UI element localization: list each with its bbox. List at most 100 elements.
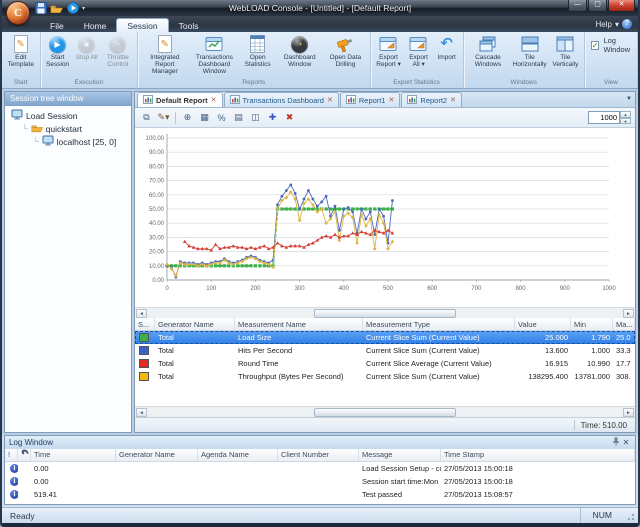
log-column-client-number[interactable]: Client Number	[278, 449, 359, 461]
column-header-ma-[interactable]: Ma...	[613, 318, 635, 331]
add-measurement-icon[interactable]: ✚	[265, 110, 280, 125]
series-color-swatch	[139, 372, 149, 381]
ribbon-tab-session[interactable]: Session	[116, 18, 169, 32]
edit-annotation-icon[interactable]: ✎▾	[156, 110, 171, 125]
dashboard-window-button[interactable]: ◔ Dashboard Window	[276, 33, 323, 69]
close-button[interactable]: ✕	[608, 0, 635, 12]
log-column-time[interactable]: Time	[31, 449, 116, 461]
column-header-alert[interactable]: !	[5, 449, 18, 461]
column-header-generator-name[interactable]: Generator Name	[155, 318, 235, 331]
close-tab-icon[interactable]: ✕	[211, 96, 217, 104]
tile-horizontally-button[interactable]: Tile Horizontally	[510, 33, 549, 69]
axis-values-icon[interactable]: %	[214, 110, 229, 125]
report-tab-icon	[143, 94, 153, 106]
doc-tab-default-report[interactable]: Default Report ✕	[137, 92, 223, 107]
doc-tab-report2[interactable]: Report2 ✕	[401, 92, 462, 107]
spinner-down-icon[interactable]: ▼	[620, 117, 631, 124]
transactions-dashboard-window-button[interactable]: Transactions Dashboard Window	[190, 33, 240, 76]
copy-report-icon[interactable]: ⧉	[139, 110, 154, 125]
start-session-button[interactable]: ▶ Start Session	[43, 33, 73, 69]
zoom-selection-icon[interactable]: ⊕	[180, 110, 195, 125]
close-log-icon[interactable]: ✕	[621, 438, 631, 447]
measurement-row-throughput-bytes-per-second-[interactable]: Total Throughput (Bytes Per Second) Curren…	[135, 370, 635, 383]
tree-item-quickstart[interactable]: └ quickstart	[7, 122, 129, 135]
tree-item-localhost-25-0-[interactable]: └ localhost [25, 0]	[7, 135, 129, 148]
print-preview-icon[interactable]: ◫	[248, 110, 263, 125]
scrollbar-thumb[interactable]	[313, 308, 457, 318]
measurement-row-hits-per-second[interactable]: Total Hits Per Second Current Slice Sum (C…	[135, 344, 635, 357]
scroll-right-icon[interactable]: ►	[623, 407, 634, 417]
qat-save-icon[interactable]	[34, 2, 47, 14]
log-column-generator-name[interactable]: Generator Name	[116, 449, 198, 461]
scroll-left-icon[interactable]: ◄	[136, 407, 147, 417]
qat-run-icon[interactable]	[66, 2, 79, 14]
svg-text:100.00: 100.00	[146, 136, 165, 142]
close-tab-icon[interactable]: ✕	[389, 96, 395, 104]
column-header-measurement-name[interactable]: Measurement Name	[235, 318, 363, 331]
scrollbar-thumb[interactable]	[313, 407, 457, 417]
ribbon-tab-tools[interactable]: Tools	[169, 19, 209, 32]
scale-input[interactable]	[588, 111, 620, 124]
measurement-row-round-time[interactable]: Total Round Time Current Slice Average (Cu…	[135, 357, 635, 370]
export-report-button[interactable]: Export Report ▾	[373, 33, 405, 69]
cell-value: 16.915	[545, 359, 568, 368]
pin-icon[interactable]	[611, 437, 621, 448]
open-data-drilling-button[interactable]: Open Data Drilling	[323, 33, 367, 69]
log-row[interactable]: i 0.00 Load Session Setup - comple...27/05…	[5, 462, 635, 475]
measurements-table: S... Generator Name Measurement Name Measur…	[135, 318, 635, 396]
log-row[interactable]: i 519.41 Test passed 27/05/2013 15:08:57	[5, 488, 635, 501]
log-column-time-stamp[interactable]: Time Stamp	[441, 449, 635, 461]
help-menu[interactable]: Help ▾ ?	[596, 19, 632, 29]
open-statistics-button[interactable]: Open Statistics	[239, 33, 276, 69]
scroll-left-icon[interactable]: ◄	[136, 308, 147, 318]
doc-tab-label: Default Report	[156, 95, 208, 105]
qat-menu-icon[interactable]: ▾	[82, 5, 85, 12]
integrated-report-manager-button[interactable]: ✎ Integrated Report Manager	[140, 33, 190, 76]
num-lock-indicator: NUM	[579, 508, 624, 523]
handset-icon[interactable]	[18, 449, 31, 461]
cell-max: 25.0	[616, 333, 631, 342]
ribbon-tab-file[interactable]: File	[40, 19, 74, 32]
import-button[interactable]: ↶ Import	[433, 33, 461, 62]
log-column-agenda-name[interactable]: Agenda Name	[198, 449, 278, 461]
svg-text:30.00: 30.00	[149, 235, 165, 241]
log-row[interactable]: i 0.00 Session start time:Mon May ...27/05…	[5, 475, 635, 488]
tile-vertically-button[interactable]: Tile Vertically	[549, 33, 582, 69]
chart-horizontal-scrollbar[interactable]: ◄ ►	[135, 307, 635, 318]
remove-measurement-icon[interactable]: ✖	[282, 110, 297, 125]
minimize-button[interactable]: —	[568, 0, 587, 12]
close-tab-icon[interactable]: ✕	[327, 96, 333, 104]
close-tab-icon[interactable]: ✕	[450, 96, 456, 104]
column-header-measurement-type[interactable]: Measurement Type	[363, 318, 515, 331]
qat-open-icon[interactable]	[50, 2, 63, 14]
column-header-s-[interactable]: S...	[135, 318, 155, 331]
resize-grip[interactable]	[624, 509, 636, 522]
doc-tab-transactions-dashboard[interactable]: Transactions Dashboard ✕	[223, 92, 339, 107]
throttle-control-icon: ◔	[107, 34, 128, 54]
doc-tab-report1[interactable]: Report1 ✕	[339, 92, 401, 107]
checkbox-icon[interactable]: ✓	[590, 40, 600, 50]
app-logo-icon[interactable]: C	[6, 1, 30, 25]
report-status-bar: Time: 510.00	[135, 417, 635, 432]
doc-tab-label: Report2	[420, 95, 448, 105]
tab-list-menu-icon[interactable]: ▼	[626, 96, 632, 102]
export-all-button[interactable]: Export All ▾	[405, 33, 433, 69]
scroll-right-icon[interactable]: ►	[623, 308, 634, 318]
cascade-windows-button[interactable]: Cascade Windows	[466, 33, 511, 69]
column-header-min[interactable]: Min	[571, 318, 613, 331]
log-window-checkbox[interactable]: ✓ Log Window	[590, 36, 631, 54]
log-column-message[interactable]: Message	[359, 449, 441, 461]
cell-type: Current Slice Sum (Current Value)	[366, 333, 480, 342]
ribbon-tab-home[interactable]: Home	[74, 19, 117, 32]
ribbon-group-label: View	[603, 79, 618, 86]
column-header-value[interactable]: Value	[515, 318, 571, 331]
open-data-drilling-icon	[335, 34, 356, 54]
table-horizontal-scrollbar[interactable]: ◄ ►	[135, 406, 635, 417]
measurement-row-load-size[interactable]: Total Load Size Current Slice Sum (Current…	[135, 331, 635, 344]
chart-options-icon[interactable]: ▦	[197, 110, 212, 125]
maximize-button[interactable]: ▢	[588, 0, 607, 12]
chart-area: 0.00 10.00 20.00 30.00 40.00 50.00 60.00 70.00 8…	[135, 128, 635, 307]
tree-item-load-session[interactable]: Load Session	[7, 109, 129, 122]
data-grid-icon[interactable]: ▤	[231, 110, 246, 125]
edit-template-button[interactable]: ✎ Edit Template	[4, 33, 38, 69]
